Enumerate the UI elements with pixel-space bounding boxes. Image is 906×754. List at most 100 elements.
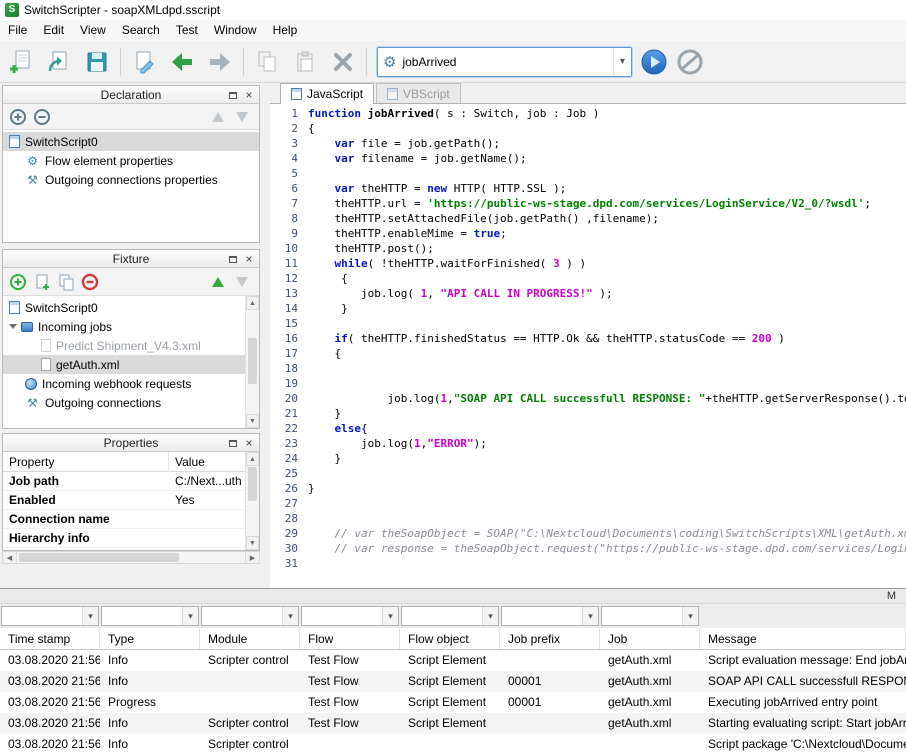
dropdown-arrow-icon[interactable]: ▾: [613, 48, 631, 76]
dropdown-arrow-icon[interactable]: ▾: [382, 607, 398, 625]
scroll-up-icon[interactable]: ▲: [246, 296, 259, 310]
scroll-up-icon[interactable]: ▲: [246, 452, 259, 466]
tree-item-incoming-webhook-requests[interactable]: Incoming webhook requests: [3, 374, 245, 393]
paste-button[interactable]: [288, 45, 322, 79]
code-line[interactable]: theHTTP.url = 'https://public-ws-stage.d…: [308, 196, 906, 211]
scroll-thumb[interactable]: [248, 467, 257, 501]
code-line[interactable]: [308, 466, 906, 481]
code-line[interactable]: var theHTTP = new HTTP( HTTP.SSL );: [308, 181, 906, 196]
close-button[interactable]: ×: [241, 88, 257, 103]
code-line[interactable]: [308, 556, 906, 571]
code-line[interactable]: job.log(1,"ERROR");: [308, 436, 906, 451]
column-header-time-stamp[interactable]: Time stamp: [0, 628, 100, 649]
close-button[interactable]: ×: [241, 252, 257, 267]
scroll-left-icon[interactable]: ◀: [3, 552, 17, 563]
code-line[interactable]: {: [308, 271, 906, 286]
float-button[interactable]: [225, 436, 241, 451]
code-line[interactable]: // var theSoapObject = SOAP("C:\Nextclou…: [308, 526, 906, 541]
message-row[interactable]: 03.08.2020 21:56InfoScripter controlScri…: [0, 734, 906, 754]
column-header-module[interactable]: Module: [200, 628, 300, 649]
fixture-move-up-button[interactable]: [207, 271, 229, 293]
filter-combo-time-stamp[interactable]: ▾: [1, 606, 99, 626]
dropdown-arrow-icon[interactable]: ▾: [282, 607, 298, 625]
scroll-down-icon[interactable]: ▼: [246, 536, 259, 550]
code-line[interactable]: [308, 166, 906, 181]
code-line[interactable]: theHTTP.enableMime = true;: [308, 226, 906, 241]
code-line[interactable]: {: [308, 121, 906, 136]
tab-javascript[interactable]: JavaScript: [280, 83, 374, 104]
message-row[interactable]: 03.08.2020 21:56InfoScripter controlTest…: [0, 713, 906, 734]
column-header-job[interactable]: Job: [600, 628, 700, 649]
fixture-add-file-button[interactable]: [31, 271, 53, 293]
run-button[interactable]: [638, 46, 670, 78]
copy-button[interactable]: [250, 45, 284, 79]
code-line[interactable]: else{: [308, 421, 906, 436]
code-line[interactable]: {: [308, 346, 906, 361]
tree-item-getauth-xml[interactable]: getAuth.xml: [3, 355, 245, 374]
editor-code[interactable]: function jobArrived( s : Switch, job : J…: [308, 104, 906, 588]
dropdown-arrow-icon[interactable]: ▾: [682, 607, 698, 625]
dropdown-arrow-icon[interactable]: ▾: [82, 607, 98, 625]
properties-scrollbar[interactable]: ▲ ▼: [245, 452, 259, 550]
entry-point-combo[interactable]: ⚙ jobArrived ▾: [377, 47, 632, 77]
message-row[interactable]: 03.08.2020 21:56InfoScripter controlTest…: [0, 650, 906, 671]
code-line[interactable]: job.log( 1, "API CALL IN PROGRESS!" );: [308, 286, 906, 301]
code-line[interactable]: [308, 511, 906, 526]
filter-combo-type[interactable]: ▾: [101, 606, 199, 626]
declaration-remove-button[interactable]: [31, 106, 53, 128]
save-script-button[interactable]: [80, 45, 114, 79]
code-line[interactable]: [308, 361, 906, 376]
declaration-move-up-button[interactable]: [207, 106, 229, 128]
menu-search[interactable]: Search: [114, 20, 168, 41]
filter-combo-flow[interactable]: ▾: [301, 606, 399, 626]
menu-window[interactable]: Window: [206, 20, 265, 41]
column-header-property[interactable]: Property: [3, 452, 169, 472]
menu-view[interactable]: View: [72, 20, 114, 41]
fixture-duplicate-button[interactable]: [55, 271, 77, 293]
code-line[interactable]: [308, 376, 906, 391]
code-line[interactable]: }: [308, 406, 906, 421]
fixture-move-down-button[interactable]: [231, 271, 253, 293]
tree-item-switchscript0[interactable]: SwitchScript0: [3, 132, 259, 151]
column-header-message[interactable]: Message: [700, 628, 906, 649]
code-line[interactable]: theHTTP.post();: [308, 241, 906, 256]
property-row[interactable]: Job pathC:/Next...uth: [3, 472, 259, 491]
column-header-flow-object[interactable]: Flow object: [400, 628, 500, 649]
message-row[interactable]: 03.08.2020 21:56InfoTest FlowScript Elem…: [0, 671, 906, 692]
code-line[interactable]: }: [308, 301, 906, 316]
filter-combo-flow-object[interactable]: ▾: [401, 606, 499, 626]
undo-button[interactable]: [165, 45, 199, 79]
edit-script-button[interactable]: [127, 45, 161, 79]
scroll-thumb[interactable]: [248, 338, 257, 384]
property-row[interactable]: EnabledYes: [3, 491, 259, 510]
tree-item-outgoing-connections-properties[interactable]: ⚒Outgoing connections properties: [3, 170, 259, 189]
filter-combo-job-prefix[interactable]: ▾: [501, 606, 599, 626]
redo-button[interactable]: [203, 45, 237, 79]
scroll-thumb[interactable]: [19, 553, 179, 562]
code-line[interactable]: [308, 496, 906, 511]
declaration-add-button[interactable]: [7, 106, 29, 128]
float-button[interactable]: [225, 88, 241, 103]
open-script-button[interactable]: [42, 45, 76, 79]
code-line[interactable]: // var response = theSoapObject.request(…: [308, 541, 906, 556]
stop-button[interactable]: [674, 46, 706, 78]
fixture-add-button[interactable]: [7, 271, 29, 293]
scroll-down-icon[interactable]: ▼: [246, 414, 259, 428]
code-line[interactable]: var filename = job.getName();: [308, 151, 906, 166]
code-line[interactable]: }: [308, 451, 906, 466]
property-row[interactable]: Connection name: [3, 510, 259, 529]
dropdown-arrow-icon[interactable]: ▾: [482, 607, 498, 625]
close-button[interactable]: ×: [241, 436, 257, 451]
float-button[interactable]: [225, 252, 241, 267]
code-line[interactable]: while( !theHTTP.waitForFinished( 3 ) ): [308, 256, 906, 271]
vertical-splitter[interactable]: [262, 83, 270, 588]
tree-item-flow-element-properties[interactable]: ⚙Flow element properties: [3, 151, 259, 170]
filter-combo-job[interactable]: ▾: [601, 606, 699, 626]
fixture-remove-button[interactable]: [79, 271, 101, 293]
code-line[interactable]: var file = job.getPath();: [308, 136, 906, 151]
code-editor[interactable]: 1234567891011121314151617181920212223242…: [270, 104, 906, 588]
column-header-flow[interactable]: Flow: [300, 628, 400, 649]
tree-item-switchscript0[interactable]: SwitchScript0: [3, 298, 245, 317]
menu-help[interactable]: Help: [265, 20, 306, 41]
tab-vbscript[interactable]: VBScript: [376, 83, 461, 103]
